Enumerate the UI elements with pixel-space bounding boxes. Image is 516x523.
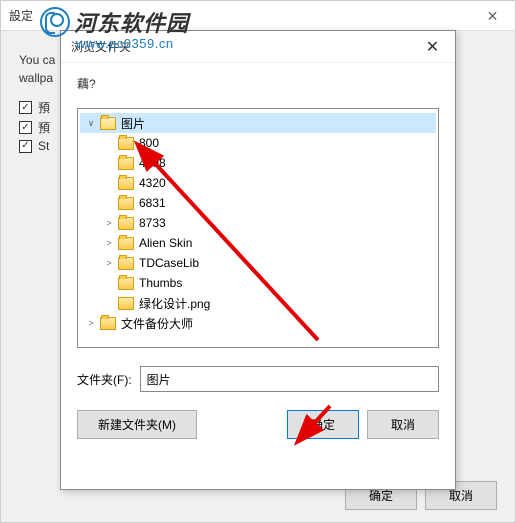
chevron-right-icon[interactable]: > [84,316,98,330]
folder-icon [118,257,134,270]
tree-item-label: 绿化设计.png [139,295,210,312]
checkbox-label: St [38,139,49,153]
browse-body: 藕? ∨图片800409843206831>8733>Alien Skin>TD… [61,63,455,451]
tree-item-label: 文件备份大师 [121,315,193,332]
expander-spacer [102,196,116,210]
tree-item[interactable]: Thumbs [80,273,436,293]
chevron-right-icon[interactable]: > [102,236,116,250]
browse-ok-button[interactable]: 确定 [287,410,359,439]
tree-item[interactable]: ∨ 图片 [80,113,436,133]
tree-item-label: 4098 [139,156,166,170]
checkbox-label: 預 [38,99,50,116]
folder-icon [118,177,134,190]
folder-icon [118,217,134,230]
settings-titlebar: 設定 ✕ [1,1,515,31]
expander-spacer [102,156,116,170]
chevron-down-icon[interactable]: ∨ [84,116,98,130]
image-file-icon [118,297,134,310]
browse-titlebar: 浏览文件夹 ✕ [61,31,455,63]
browse-cancel-button[interactable]: 取消 [367,410,439,439]
folder-tree[interactable]: ∨图片800409843206831>8733>Alien Skin>TDCas… [77,108,439,348]
settings-title: 設定 [9,7,33,24]
new-folder-button[interactable]: 新建文件夹(M) [77,410,197,439]
tree-item[interactable]: 4320 [80,173,436,193]
settings-close-button[interactable]: ✕ [470,1,515,31]
tree-item[interactable]: 6831 [80,193,436,213]
checkbox-icon: ✓ [19,101,32,114]
tree-item[interactable]: 800 [80,133,436,153]
browse-close-button[interactable]: ✕ [410,31,455,63]
folder-icon [118,137,134,150]
browse-folder-dialog: 浏览文件夹 ✕ 藕? ∨图片800409843206831>8733>Alien… [60,30,456,490]
browse-button-row: 新建文件夹(M) 确定 取消 [77,410,439,439]
tree-item-label: 6831 [139,196,166,210]
browse-title: 浏览文件夹 [71,38,131,55]
checkbox-label: 預 [38,119,50,136]
tree-item[interactable]: > TDCaseLib [80,253,436,273]
tree-item[interactable]: 绿化设计.png [80,293,436,313]
folder-icon [118,237,134,250]
checkbox-icon: ✓ [19,140,32,153]
folder-name-row: 文件夹(F): [77,366,439,392]
tree-item-label: 8733 [139,216,166,230]
close-icon: ✕ [426,37,439,57]
expander-spacer [102,296,116,310]
tree-item[interactable]: >8733 [80,213,436,233]
chevron-right-icon[interactable]: > [102,256,116,270]
tree-item-label: 800 [139,136,159,150]
tree-item[interactable]: 4098 [80,153,436,173]
chevron-right-icon[interactable]: > [102,216,116,230]
tree-item-label: Alien Skin [139,236,192,250]
expander-spacer [102,136,116,150]
folder-open-icon [100,117,116,130]
tree-item[interactable]: > Alien Skin [80,233,436,253]
checkbox-icon: ✓ [19,121,32,134]
tree-item-label: TDCaseLib [139,256,199,270]
folder-name-input[interactable] [140,366,439,392]
browse-prompt: 藕? [77,75,439,92]
folder-name-label: 文件夹(F): [77,371,132,388]
tree-item-label: Thumbs [139,276,182,290]
close-icon: ✕ [487,8,499,25]
folder-icon [100,317,116,330]
tree-item-label: 图片 [121,115,145,132]
folder-icon [118,277,134,290]
folder-icon [118,197,134,210]
expander-spacer [102,176,116,190]
folder-icon [118,157,134,170]
expander-spacer [102,276,116,290]
tree-item[interactable]: > 文件备份大师 [80,313,436,333]
tree-item-label: 4320 [139,176,166,190]
